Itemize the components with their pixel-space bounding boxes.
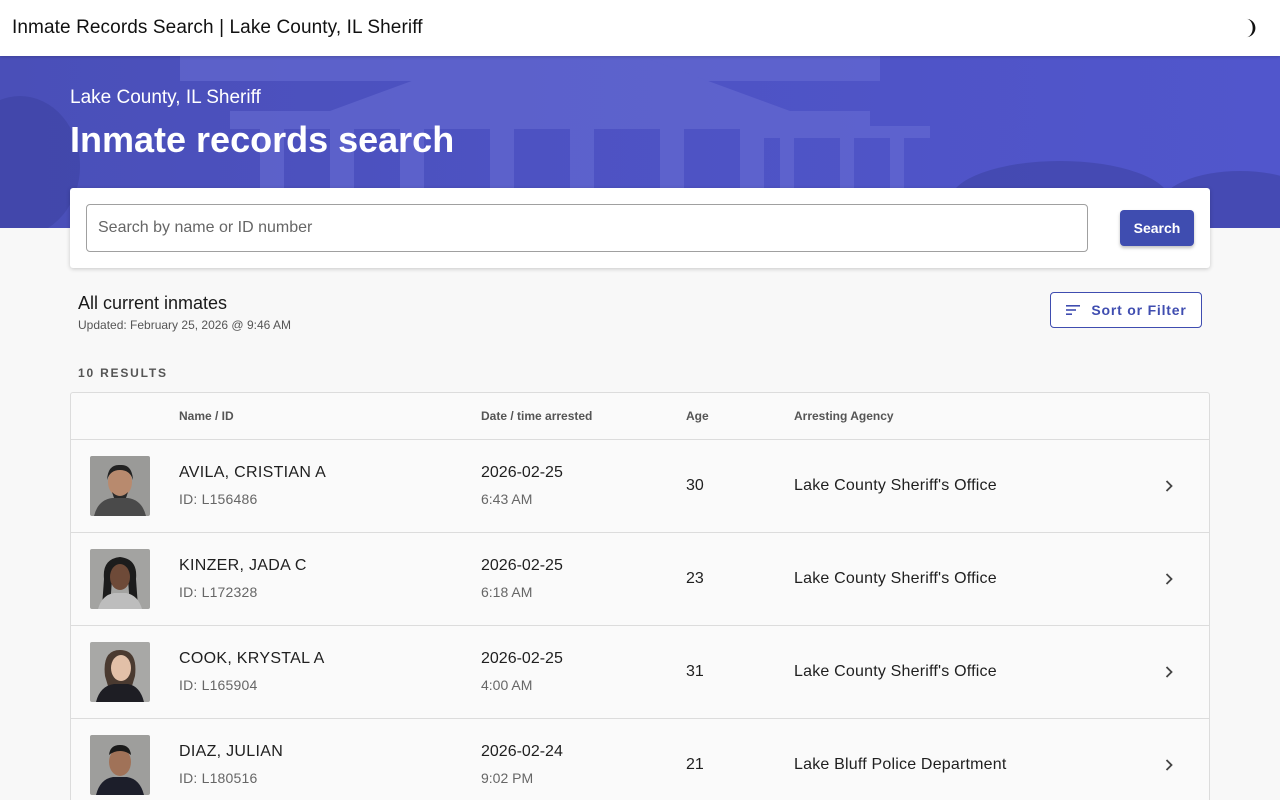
- arrest-date: 2026-02-24: [481, 743, 563, 760]
- column-header-age: Age: [686, 409, 709, 423]
- table-row[interactable]: DIAZ, JULIAN ID: L180516 2026-02-24 9:02…: [71, 719, 1209, 800]
- inmate-name: KINZER, JADA C: [179, 557, 307, 574]
- arrest-time: 4:00 AM: [481, 677, 533, 693]
- search-button[interactable]: Search: [1120, 210, 1194, 246]
- arresting-agency: Lake County Sheriff's Office: [794, 477, 997, 494]
- arrest-date: 2026-02-25: [481, 464, 563, 481]
- results-count: 10 RESULTS: [78, 366, 168, 380]
- arrest-time: 6:18 AM: [481, 584, 533, 600]
- chevron-right-icon[interactable]: [1161, 664, 1177, 680]
- inmate-photo: [90, 456, 150, 516]
- inmate-id: ID: L165904: [179, 677, 258, 693]
- search-card: Search: [70, 188, 1210, 268]
- inmate-id: ID: L156486: [179, 491, 258, 507]
- inmate-age: 31: [686, 663, 704, 680]
- half-moon-icon[interactable]: [1238, 17, 1260, 39]
- inmate-name: COOK, KRYSTAL A: [179, 650, 325, 667]
- sort-or-filter-button[interactable]: Sort or Filter: [1050, 292, 1202, 328]
- column-header-name-id: Name / ID: [179, 409, 234, 423]
- table-header: Name / ID Date / time arrested Age Arres…: [71, 393, 1209, 440]
- arrest-time: 6:43 AM: [481, 491, 533, 507]
- column-header-date-time: Date / time arrested: [481, 409, 593, 423]
- inmate-photo: [90, 642, 150, 702]
- sort-or-filter-label: Sort or Filter: [1091, 302, 1187, 318]
- hero-subtitle: Lake County, IL Sheriff: [70, 87, 261, 108]
- inmate-photo: [90, 549, 150, 609]
- inmate-id: ID: L180516: [179, 770, 258, 786]
- top-bar: Inmate Records Search | Lake County, IL …: [0, 0, 1280, 56]
- table-row[interactable]: KINZER, JADA C ID: L172328 2026-02-25 6:…: [71, 533, 1209, 626]
- page-title: Inmate records search: [70, 119, 455, 160]
- chevron-right-icon[interactable]: [1161, 757, 1177, 773]
- table-row[interactable]: AVILA, CRISTIAN A ID: L156486 2026-02-25…: [71, 440, 1209, 533]
- inmate-age: 21: [686, 756, 704, 773]
- arrest-date: 2026-02-25: [481, 650, 563, 667]
- inmate-age: 30: [686, 477, 704, 494]
- inmate-age: 23: [686, 570, 704, 587]
- column-header-agency: Arresting Agency: [794, 409, 894, 423]
- arresting-agency: Lake Bluff Police Department: [794, 756, 1007, 773]
- inmate-id: ID: L172328: [179, 584, 258, 600]
- search-input[interactable]: [86, 204, 1088, 252]
- inmate-photo: [90, 735, 150, 795]
- arresting-agency: Lake County Sheriff's Office: [794, 570, 997, 587]
- arrest-time: 9:02 PM: [481, 770, 534, 786]
- updated-timestamp: Updated: February 25, 2026 @ 9:46 AM: [78, 318, 291, 332]
- window-title: Inmate Records Search | Lake County, IL …: [12, 17, 423, 38]
- inmate-table: Name / ID Date / time arrested Age Arres…: [70, 392, 1210, 800]
- sort-lines-icon: [1066, 305, 1081, 315]
- inmate-name: DIAZ, JULIAN: [179, 743, 284, 760]
- list-heading: All current inmates: [78, 293, 228, 313]
- inmate-name: AVILA, CRISTIAN A: [179, 464, 327, 481]
- arrest-date: 2026-02-25: [481, 557, 563, 574]
- arresting-agency: Lake County Sheriff's Office: [794, 663, 997, 680]
- chevron-right-icon[interactable]: [1161, 571, 1177, 587]
- chevron-right-icon[interactable]: [1161, 478, 1177, 494]
- table-row[interactable]: COOK, KRYSTAL A ID: L165904 2026-02-25 4…: [71, 626, 1209, 719]
